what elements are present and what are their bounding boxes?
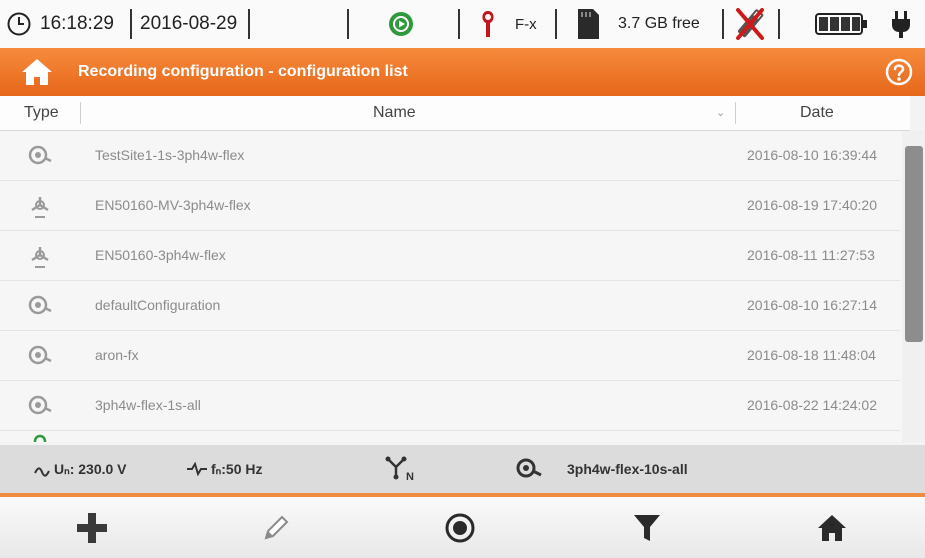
config-name: TestSite1-1s-3ph4w-flex — [95, 147, 245, 163]
config-date: 2016-08-22 14:24:02 — [747, 397, 877, 413]
list-item[interactable]: aron-fx 2016-08-18 11:48:04 — [0, 331, 900, 381]
star-configuration-icon — [27, 193, 53, 219]
plus-icon — [77, 512, 107, 543]
sort-descending-icon[interactable]: ⌄ — [716, 96, 725, 130]
status-bar: 16:18:29 2016-08-29 F-x 3.7 GB free — [0, 0, 925, 49]
home-button[interactable] — [740, 497, 924, 558]
frequency-icon — [186, 461, 208, 479]
active-config-name: 3ph4w-flex-10s-all — [567, 461, 688, 477]
list-item[interactable]: defaultConfiguration 2016-08-10 16:27:14 — [0, 281, 900, 331]
page-title: Recording configuration - configuration … — [78, 63, 408, 80]
config-name: defaultConfiguration — [95, 297, 221, 313]
config-date: 2016-08-19 17:40:20 — [747, 197, 877, 213]
add-button[interactable] — [0, 497, 184, 558]
probe-type: F-x — [515, 15, 537, 33]
power-meter-icon — [27, 293, 53, 319]
active-config-icon — [515, 456, 543, 485]
column-date[interactable]: Date — [800, 96, 834, 130]
help-icon[interactable] — [885, 58, 913, 86]
clamp-probe-icon — [478, 0, 498, 48]
config-name: 3ph4w-flex-1s-all — [95, 397, 201, 413]
list-item[interactable]: TestSite1-1s-3ph4w-flex 2016-08-10 16:39… — [0, 131, 900, 181]
list-item[interactable]: 3ph4w-flex-1s-all 2016-08-22 14:24:02 — [0, 381, 900, 431]
scrollbar-thumb[interactable] — [905, 146, 923, 342]
bottom-toolbar — [0, 497, 925, 558]
config-name: EN50160-3ph4w-flex — [95, 247, 226, 263]
star-configuration-icon — [27, 243, 53, 269]
config-name: aron-fx — [95, 347, 139, 363]
sd-card-icon — [575, 0, 601, 48]
title-bar: Recording configuration - configuration … — [0, 48, 925, 96]
edit-button[interactable] — [184, 497, 368, 558]
config-date: 2016-08-10 16:27:14 — [747, 297, 877, 313]
house-icon — [818, 514, 846, 541]
status-time: 16:18:29 — [40, 13, 114, 34]
nominal-voltage: Uₙ: 230.0 V — [54, 461, 127, 477]
config-date: 2016-08-11 11:27:53 — [747, 247, 875, 263]
home-icon[interactable] — [20, 57, 54, 87]
free-space: 3.7 GB free — [618, 15, 700, 32]
clock-icon — [6, 0, 32, 48]
power-meter-icon — [27, 343, 53, 369]
configuration-list: TestSite1-1s-3ph4w-flex 2016-08-10 16:39… — [0, 131, 910, 442]
record-icon — [445, 513, 475, 542]
info-bar: Uₙ: 230.0 V fₙ:50 Hz N 3ph4w-flex-10s-al… — [0, 445, 925, 493]
status-date: 2016-08-29 — [140, 13, 238, 34]
usb-disconnected-icon — [732, 0, 768, 48]
power-meter-icon — [27, 143, 53, 169]
filter-button[interactable] — [555, 497, 739, 558]
list-item[interactable]: EN50160-MV-3ph4w-flex 2016-08-19 17:40:2… — [0, 181, 900, 231]
config-date: 2016-08-10 16:39:44 — [747, 147, 877, 163]
active-config-marker-icon — [33, 434, 47, 442]
column-header: Type Name ⌄ Date — [0, 96, 910, 131]
config-date: 2016-08-18 11:48:04 — [747, 347, 876, 363]
star-neutral-icon: N — [385, 456, 419, 485]
record-button[interactable] — [368, 497, 552, 558]
list-item[interactable]: EN50160-3ph4w-flex 2016-08-11 11:27:53 — [0, 231, 900, 281]
battery-icon — [815, 0, 869, 48]
pencil-icon — [264, 515, 289, 539]
filter-icon — [634, 514, 660, 541]
column-type[interactable]: Type — [24, 96, 59, 130]
svg-text:N: N — [406, 471, 414, 482]
nominal-frequency: fₙ:50 Hz — [211, 461, 263, 477]
config-name: EN50160-MV-3ph4w-flex — [95, 197, 251, 213]
recording-status-icon — [388, 0, 414, 48]
ac-voltage-icon — [34, 464, 50, 480]
power-plug-icon — [890, 0, 912, 48]
column-name[interactable]: Name — [373, 96, 416, 130]
power-meter-icon — [27, 393, 53, 419]
